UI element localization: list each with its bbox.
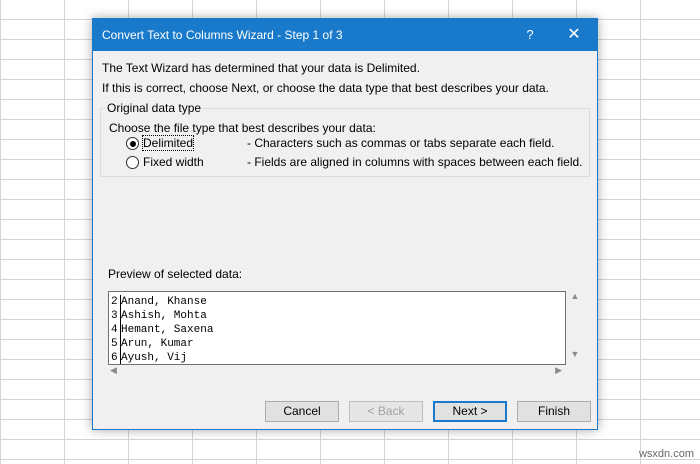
fixed-width-description: - Fields are aligned in columns with spa… [247,155,583,169]
chevron-left-icon[interactable]: ◀ [110,365,117,376]
chevron-down-icon[interactable]: ▼ [567,349,583,359]
row-text: Anand, Khanse [121,296,207,308]
preview-row: 5 Arun, Kumar [111,337,213,351]
preview-row: 4 Hemant, Saxena [111,323,213,337]
close-icon[interactable]: ✕ [561,22,587,48]
instruction-message: If this is correct, choose Next, or choo… [102,81,549,95]
back-button[interactable]: < Back [349,401,423,422]
row-number: 5 [111,337,121,351]
choose-file-type-label: Choose the file type that best describes… [109,121,376,135]
dialog-title: Convert Text to Columns Wizard - Step 1 … [102,28,343,42]
preview-horizontal-scrollbar[interactable]: ◀ ▶ [108,365,566,379]
text-to-columns-dialog: Convert Text to Columns Wizard - Step 1 … [92,18,598,430]
row-text: Hemant, Saxena [121,324,214,336]
help-icon[interactable]: ? [517,22,543,48]
fixed-width-label[interactable]: Fixed width [143,155,204,169]
delimited-label[interactable]: Delimited [141,135,195,151]
cancel-button[interactable]: Cancel [265,401,339,422]
next-button[interactable]: Next > [433,401,507,422]
preview-label: Preview of selected data: [108,267,243,281]
chevron-up-icon[interactable]: ▲ [567,291,583,301]
finish-button[interactable]: Finish [517,401,591,422]
preview-row: 6 Ayush, Vij [111,351,213,364]
preview-rows: 2 Anand, Khanse 3 Ashish, Mohta 4 Hemant, S… [111,295,213,364]
group-title: Original data type [107,101,202,115]
preview-row: 2 Anand, Khanse [111,295,213,309]
radio-button[interactable] [126,156,139,169]
delimited-description: - Characters such as commas or tabs sepa… [247,136,555,150]
row-text: Ayush, Vij [121,352,188,364]
radio-button-selected[interactable] [126,137,139,150]
watermark: wsxdn.com [638,448,694,460]
row-number: 3 [111,309,121,323]
dialog-titlebar: Convert Text to Columns Wizard - Step 1 … [93,19,597,51]
preview-vertical-scrollbar[interactable]: ▲ ▼ [567,291,583,365]
preview-row: 3 Ashish, Mohta [111,309,213,323]
row-number: 6 [111,351,121,364]
chevron-right-icon[interactable]: ▶ [555,365,562,376]
detected-message: The Text Wizard has determined that your… [102,61,420,75]
data-preview-box[interactable]: 2 Anand, Khanse 3 Ashish, Mohta 4 Hemant, S… [108,291,566,365]
row-number: 4 [111,323,121,337]
row-text: Ashish, Mohta [121,310,207,322]
row-number: 2 [111,295,121,309]
row-text: Arun, Kumar [121,338,194,350]
